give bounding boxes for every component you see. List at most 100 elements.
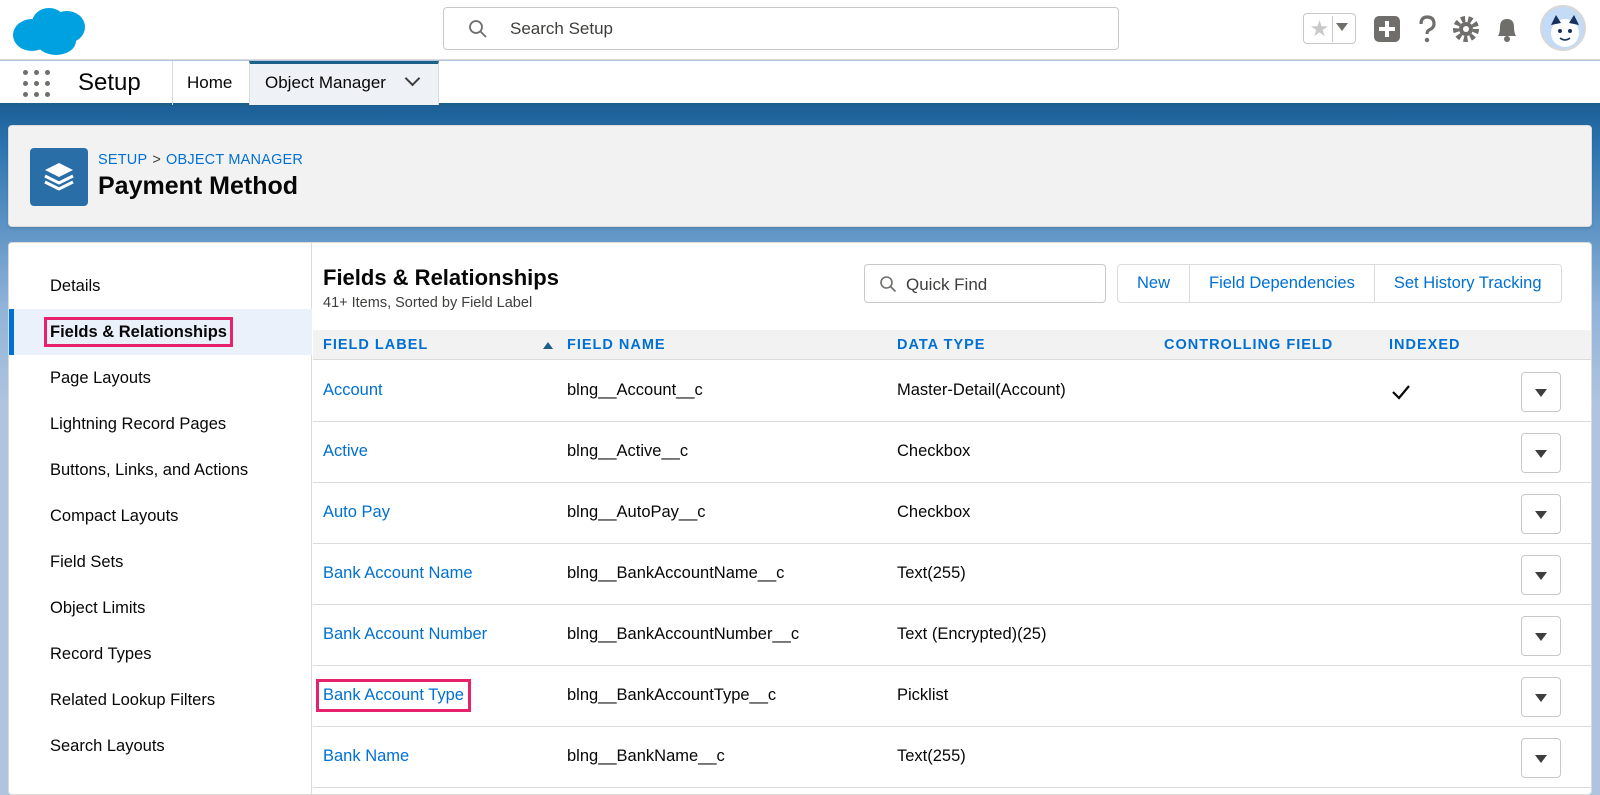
tab-object-manager-label: Object Manager <box>265 73 386 92</box>
field-label-link[interactable]: Bank Account Number <box>323 625 487 644</box>
app-name: Setup <box>78 69 141 96</box>
row-actions-button[interactable] <box>1521 555 1561 595</box>
field-api-name: blng__BankAccountType__c <box>567 686 777 704</box>
favorites-button[interactable]: ★ <box>1303 13 1356 44</box>
sidebar-item-record-types[interactable]: Record Types <box>9 631 312 677</box>
sidebar-item-label: Compact Layouts <box>50 507 179 525</box>
field-dependencies-button[interactable]: Field Dependencies <box>1189 265 1374 302</box>
chevron-down-icon[interactable] <box>404 70 420 87</box>
star-icon[interactable]: ★ <box>1307 16 1333 42</box>
quick-find-input[interactable]: Quick Find <box>864 264 1106 303</box>
chevron-down-icon <box>1535 755 1547 763</box>
field-data-type: Text (Encrypted)(25) <box>897 625 1047 643</box>
field-label-link[interactable]: Bank Account Name <box>323 564 473 583</box>
quick-find-placeholder: Quick Find <box>906 275 988 294</box>
search-icon <box>880 276 897 293</box>
page-header: SETUP > OBJECT MANAGER Payment Method <box>8 125 1592 227</box>
add-icon[interactable] <box>1372 14 1402 44</box>
sort-ascending-icon[interactable] <box>543 342 553 349</box>
row-actions-button[interactable] <box>1521 616 1561 656</box>
table-row: Bank Account Number blng__BankAccountNum… <box>313 605 1591 666</box>
checkmark-icon <box>1392 385 1410 400</box>
tab-home-label: Home <box>187 73 233 92</box>
sidebar-item-buttons-links-actions[interactable]: Buttons, Links, and Actions <box>9 447 312 493</box>
setup-search-input[interactable]: Search Setup <box>443 7 1119 50</box>
sidebar-item-search-layouts[interactable]: Search Layouts <box>9 723 312 769</box>
sidebar-item-label: Record Types <box>50 645 152 663</box>
search-placeholder: Search Setup <box>510 19 614 38</box>
table-row: Account blng__Account__c Master-Detail(A… <box>313 361 1591 422</box>
sidebar-item-label: Buttons, Links, and Actions <box>50 461 249 479</box>
chevron-down-icon <box>1535 572 1547 580</box>
field-label-link[interactable]: Bank Name <box>323 747 409 766</box>
sidebar-item-lightning-record-pages[interactable]: Lightning Record Pages <box>9 401 312 447</box>
chevron-down-icon <box>1535 511 1547 519</box>
sidebar-item-page-layouts[interactable]: Page Layouts <box>9 355 312 401</box>
column-header-controlling-field[interactable]: CONTROLLING FIELD <box>1164 337 1333 353</box>
column-header-field-name[interactable]: FIELD NAME <box>567 337 666 353</box>
search-icon <box>469 20 487 38</box>
breadcrumb-object-manager[interactable]: OBJECT MANAGER <box>166 152 303 168</box>
field-api-name: blng__Account__c <box>567 381 703 399</box>
salesforce-cloud-logo[interactable] <box>12 5 86 57</box>
page-title: Payment Method <box>98 172 299 200</box>
field-data-type: Text(255) <box>897 564 966 582</box>
column-header-data-type[interactable]: DATA TYPE <box>897 337 985 353</box>
row-actions-button[interactable] <box>1521 677 1561 717</box>
sidebar-item-related-lookup-filters[interactable]: Related Lookup Filters <box>9 677 312 723</box>
sidebar-item-label: Object Limits <box>50 599 146 617</box>
field-api-name: blng__BankAccountName__c <box>567 564 785 582</box>
field-data-type: Master-Detail(Account) <box>897 381 1066 399</box>
sidebar-item-details[interactable]: Details <box>9 263 312 309</box>
column-header-field-label[interactable]: FIELD LABEL <box>323 337 428 353</box>
new-button[interactable]: New <box>1118 265 1189 302</box>
row-actions-button[interactable] <box>1521 494 1561 534</box>
row-actions-button[interactable] <box>1521 372 1561 412</box>
layers-icon <box>30 148 88 206</box>
row-actions-button[interactable] <box>1521 738 1561 778</box>
field-label-link[interactable]: Bank Account Type <box>316 679 471 712</box>
tab-home[interactable]: Home <box>172 61 249 105</box>
field-label-link[interactable]: Active <box>323 442 368 461</box>
sidebar-item-object-limits[interactable]: Object Limits <box>9 585 312 631</box>
bell-icon[interactable] <box>1492 14 1522 44</box>
sidebar-item-fields-relationships[interactable]: Fields & Relationships <box>9 309 312 355</box>
chevron-down-icon <box>1535 633 1547 641</box>
field-label-link[interactable]: Auto Pay <box>323 503 390 522</box>
table-row: Bank Name blng__BankName__c Text(255) <box>313 727 1591 788</box>
table-row: Bank Account Name blng__BankAccountName_… <box>313 544 1591 605</box>
row-actions-button[interactable] <box>1521 433 1561 473</box>
set-history-tracking-button[interactable]: Set History Tracking <box>1373 265 1561 302</box>
chevron-down-icon[interactable] <box>1336 23 1348 31</box>
sidebar-item-label: Search Layouts <box>50 737 165 755</box>
column-header-indexed[interactable]: INDEXED <box>1389 337 1460 353</box>
sidebar-item-label: Lightning Record Pages <box>50 415 227 433</box>
app-launcher-icon[interactable] <box>22 69 52 99</box>
sidebar-item-compact-layouts[interactable]: Compact Layouts <box>9 493 312 539</box>
help-icon[interactable] <box>1412 14 1442 44</box>
gear-icon[interactable] <box>1451 14 1481 44</box>
section-title: Fields & Relationships <box>323 265 559 290</box>
field-api-name: blng__BankAccountNumber__c <box>567 625 800 643</box>
sidebar-item-label: Details <box>50 277 101 295</box>
chevron-down-icon <box>1535 389 1547 397</box>
field-api-name: blng__AutoPay__c <box>567 503 706 521</box>
field-api-name: blng__Active__c <box>567 442 689 460</box>
table-row: Bank Account Type blng__BankAccountType_… <box>313 666 1591 727</box>
user-avatar[interactable] <box>1540 5 1586 51</box>
tab-object-manager[interactable]: Object Manager <box>249 61 439 105</box>
action-button-group: New Field Dependencies Set History Track… <box>1117 264 1562 303</box>
field-data-type: Text(255) <box>897 747 966 765</box>
table-row: Auto Pay blng__AutoPay__c Checkbox <box>313 483 1591 544</box>
breadcrumb-setup[interactable]: SETUP <box>98 152 147 168</box>
table-header: FIELD LABEL FIELD NAME DATA TYPE CONTROL… <box>313 330 1591 360</box>
field-data-type: Checkbox <box>897 503 971 521</box>
table-row: Active blng__Active__c Checkbox <box>313 422 1591 483</box>
field-label-link[interactable]: Account <box>323 381 383 400</box>
chevron-down-icon <box>1535 450 1547 458</box>
field-api-name: blng__BankName__c <box>567 747 725 765</box>
sidebar-item-field-sets[interactable]: Field Sets <box>9 539 312 585</box>
section-subtitle: 41+ Items, Sorted by Field Label <box>323 295 533 311</box>
field-data-type: Checkbox <box>897 442 971 460</box>
avatar-icon <box>1551 15 1579 47</box>
